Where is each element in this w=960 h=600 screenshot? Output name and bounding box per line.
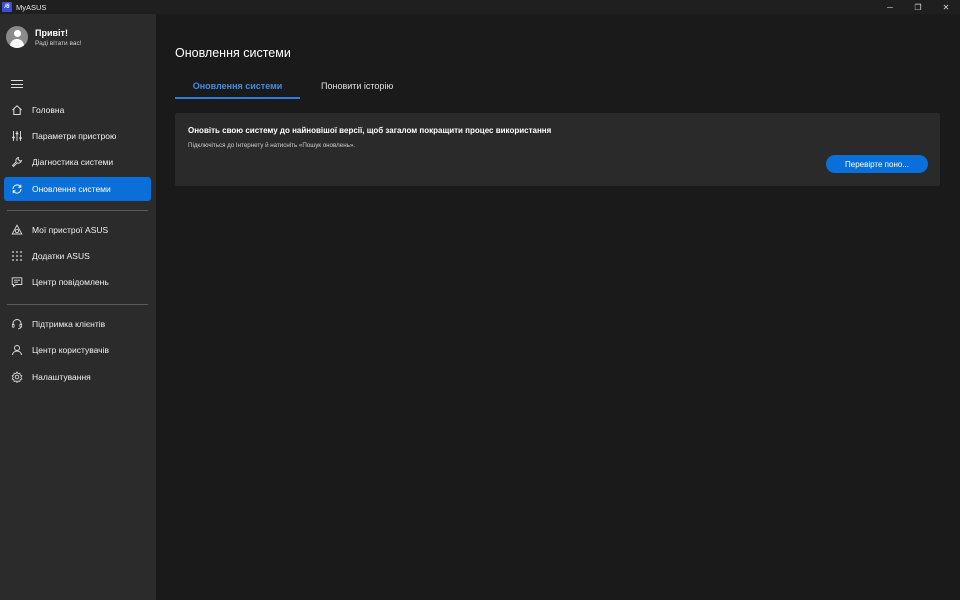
sidebar-item-home[interactable]: Головна <box>4 98 151 122</box>
close-button[interactable]: ✕ <box>932 0 960 14</box>
sidebar-item-label: Центр повідомлень <box>32 277 109 287</box>
tab-system-update[interactable]: Оновлення системи <box>175 81 300 99</box>
apps-grid-icon <box>11 250 23 262</box>
sidebar-item-customer-support[interactable]: Підтримка клієнтів <box>4 312 151 336</box>
avatar-head <box>13 30 21 37</box>
message-icon <box>11 276 23 288</box>
update-card-title: Оновіть свою систему до найновішої версі… <box>188 126 552 135</box>
wrench-icon <box>11 156 23 168</box>
sidebar-item-label: Додатки ASUS <box>32 251 90 261</box>
sliders-icon <box>11 130 23 142</box>
avatar[interactable] <box>6 26 28 48</box>
restore-button[interactable]: ❐ <box>904 0 932 14</box>
tab-update-history[interactable]: Поновити історію <box>321 81 393 99</box>
sidebar: Привіт! Раді вітати вас! Головна Парамет… <box>0 14 156 600</box>
profile-text: Привіт! Раді вітати вас! <box>35 27 82 48</box>
app-title: MyASUS <box>16 2 47 12</box>
user-icon <box>11 344 23 356</box>
headset-icon <box>11 318 23 330</box>
gear-icon <box>11 371 23 383</box>
update-icon <box>11 183 23 195</box>
sidebar-item-label: Налаштування <box>32 372 91 382</box>
greeting-subtitle: Раді вітати вас! <box>35 39 82 47</box>
sidebar-divider <box>7 304 148 305</box>
profile[interactable]: Привіт! Раді вітати вас! <box>6 26 82 48</box>
main-content: Оновлення системи Оновлення системи Поно… <box>156 14 960 600</box>
title-bar: /6 MyASUS ─ ❐ ✕ <box>0 0 960 14</box>
sidebar-item-label: Головна <box>32 105 65 115</box>
tab-bar: Оновлення системи Поновити історію <box>175 81 393 99</box>
sidebar-item-asus-apps[interactable]: Додатки ASUS <box>4 244 151 268</box>
devices-icon <box>11 224 23 236</box>
sidebar-item-user-center[interactable]: Центр користувачів <box>4 338 151 362</box>
hamburger-menu-icon[interactable] <box>11 80 23 90</box>
update-card-subtitle: Підключіться до Інтернету й натисніть «П… <box>188 142 356 149</box>
minimize-button[interactable]: ─ <box>876 0 904 14</box>
sidebar-item-device-settings[interactable]: Параметри пристрою <box>4 124 151 148</box>
avatar-body <box>10 38 24 48</box>
page-title: Оновлення системи <box>175 46 291 60</box>
asus-logo-icon: /6 <box>2 2 12 12</box>
greeting: Привіт! <box>35 27 68 38</box>
window-controls: ─ ❐ ✕ <box>876 0 960 14</box>
sidebar-item-my-devices[interactable]: Мої пристрої ASUS <box>4 218 151 242</box>
sidebar-item-diagnostics[interactable]: Діагностика системи <box>4 150 151 174</box>
sidebar-item-label: Параметри пристрою <box>32 131 117 141</box>
sidebar-item-label: Оновлення системи <box>32 184 111 194</box>
check-updates-button[interactable]: Перевірте поно... <box>826 155 928 173</box>
sidebar-item-message-center[interactable]: Центр повідомлень <box>4 270 151 294</box>
update-card: Оновіть свою систему до найновішої версі… <box>175 113 940 186</box>
sidebar-item-system-update[interactable]: Оновлення системи <box>4 177 151 201</box>
sidebar-item-label: Діагностика системи <box>32 157 114 167</box>
sidebar-item-label: Мої пристрої ASUS <box>32 225 109 235</box>
sidebar-divider <box>7 210 148 211</box>
sidebar-item-label: Центр користувачів <box>32 345 109 355</box>
sidebar-item-settings[interactable]: Налаштування <box>4 365 151 389</box>
sidebar-item-label: Підтримка клієнтів <box>32 319 106 329</box>
home-icon <box>11 104 23 116</box>
